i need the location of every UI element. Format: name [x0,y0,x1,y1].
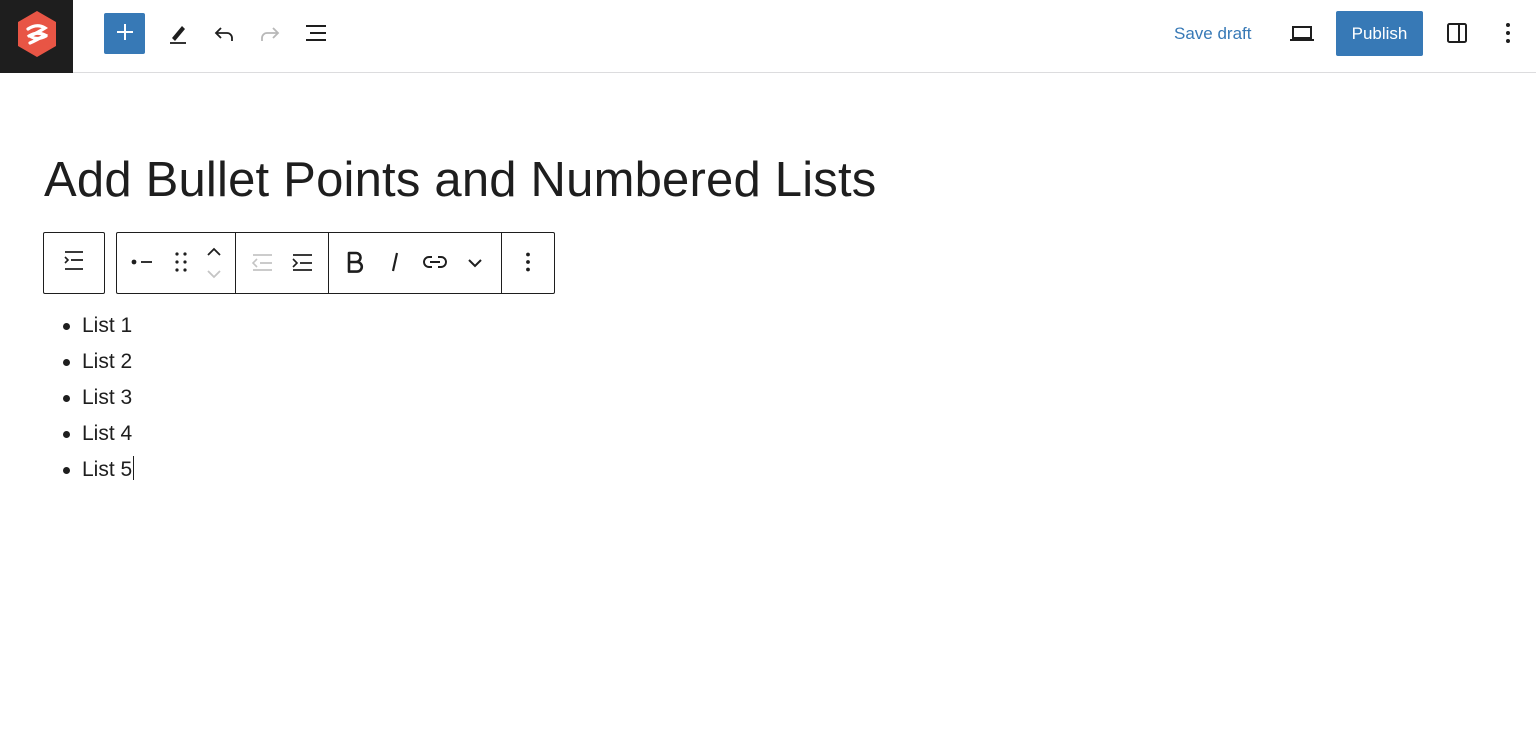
block-options-button[interactable] [508,243,548,283]
indent-icon [289,252,315,275]
drag-handle-button[interactable] [163,243,199,283]
vertical-ellipsis-icon [525,252,531,275]
list-item[interactable]: List 1 [62,311,134,347]
editor-header: Save draft Publish [0,0,1536,73]
list-item[interactable]: List 3 [62,383,134,419]
chevron-down-icon [467,256,483,271]
text-cursor [133,456,135,480]
chevron-down-icon [206,267,222,282]
block-type-button[interactable] [123,243,163,283]
document-overview-button[interactable] [297,14,337,54]
redo-button[interactable] [250,14,290,54]
bullet-icon [63,395,70,402]
list-item-text[interactable]: List 1 [82,314,132,337]
redo-icon [258,21,282,48]
outdent-button[interactable] [242,243,282,283]
list-item-text[interactable]: List 4 [82,422,132,445]
italic-button[interactable] [375,243,415,283]
bold-button[interactable] [335,243,375,283]
list-item[interactable]: List 5 [62,455,135,491]
block-controls-group [117,233,236,293]
bullet-icon [63,359,70,366]
more-formats-button[interactable] [455,243,495,283]
list-item[interactable]: List 2 [62,347,134,383]
bullet-icon [63,323,70,330]
indent-button[interactable] [282,243,322,283]
post-title[interactable]: Add Bullet Points and Numbered Lists [44,152,877,208]
indent-controls-group [236,233,329,293]
block-movers [199,241,229,285]
list-item-text[interactable]: List 3 [82,386,132,409]
undo-button[interactable] [204,14,244,54]
laptop-icon [1288,21,1316,48]
list-item-text[interactable]: List 2 [82,350,132,373]
settings-button[interactable] [1437,14,1477,54]
outdent-icon [249,252,275,275]
link-button[interactable] [415,243,455,283]
block-inserter-button[interactable] [104,13,145,54]
bullet-icon [63,467,70,474]
undo-icon [212,21,236,48]
move-up-button[interactable] [202,243,226,261]
save-draft-button[interactable]: Save draft [1164,18,1262,50]
publish-button[interactable]: Publish [1336,11,1423,56]
site-logo-button[interactable] [0,0,73,73]
drag-handle-icon [174,251,188,276]
bullet-icon [63,431,70,438]
sidebar-icon [1445,21,1469,48]
vertical-ellipsis-icon [1505,22,1511,47]
bold-icon [346,251,364,276]
brand-logo-icon [15,9,59,64]
tools-button[interactable] [158,14,198,54]
select-parent-block-button[interactable] [43,232,105,294]
pencil-icon [166,21,190,48]
format-controls-group [329,233,502,293]
block-options-group [502,233,554,293]
options-button[interactable] [1488,14,1528,54]
chevron-up-icon [206,245,222,260]
list-item[interactable]: List 4 [62,419,134,455]
link-icon [422,254,448,273]
list-item-text[interactable]: List 5 [82,458,132,481]
preview-button[interactable] [1282,14,1322,54]
block-toolbar [43,232,555,294]
list-block[interactable]: List 1 List 2 List 3 List 4 List 5 [62,311,135,491]
block-toolbar-main [116,232,555,294]
list-view-icon [304,21,330,48]
move-down-button[interactable] [202,265,226,283]
italic-icon [388,251,402,276]
list-item-icon [130,256,156,271]
list-parent-icon [61,248,87,279]
plus-icon [115,22,135,45]
